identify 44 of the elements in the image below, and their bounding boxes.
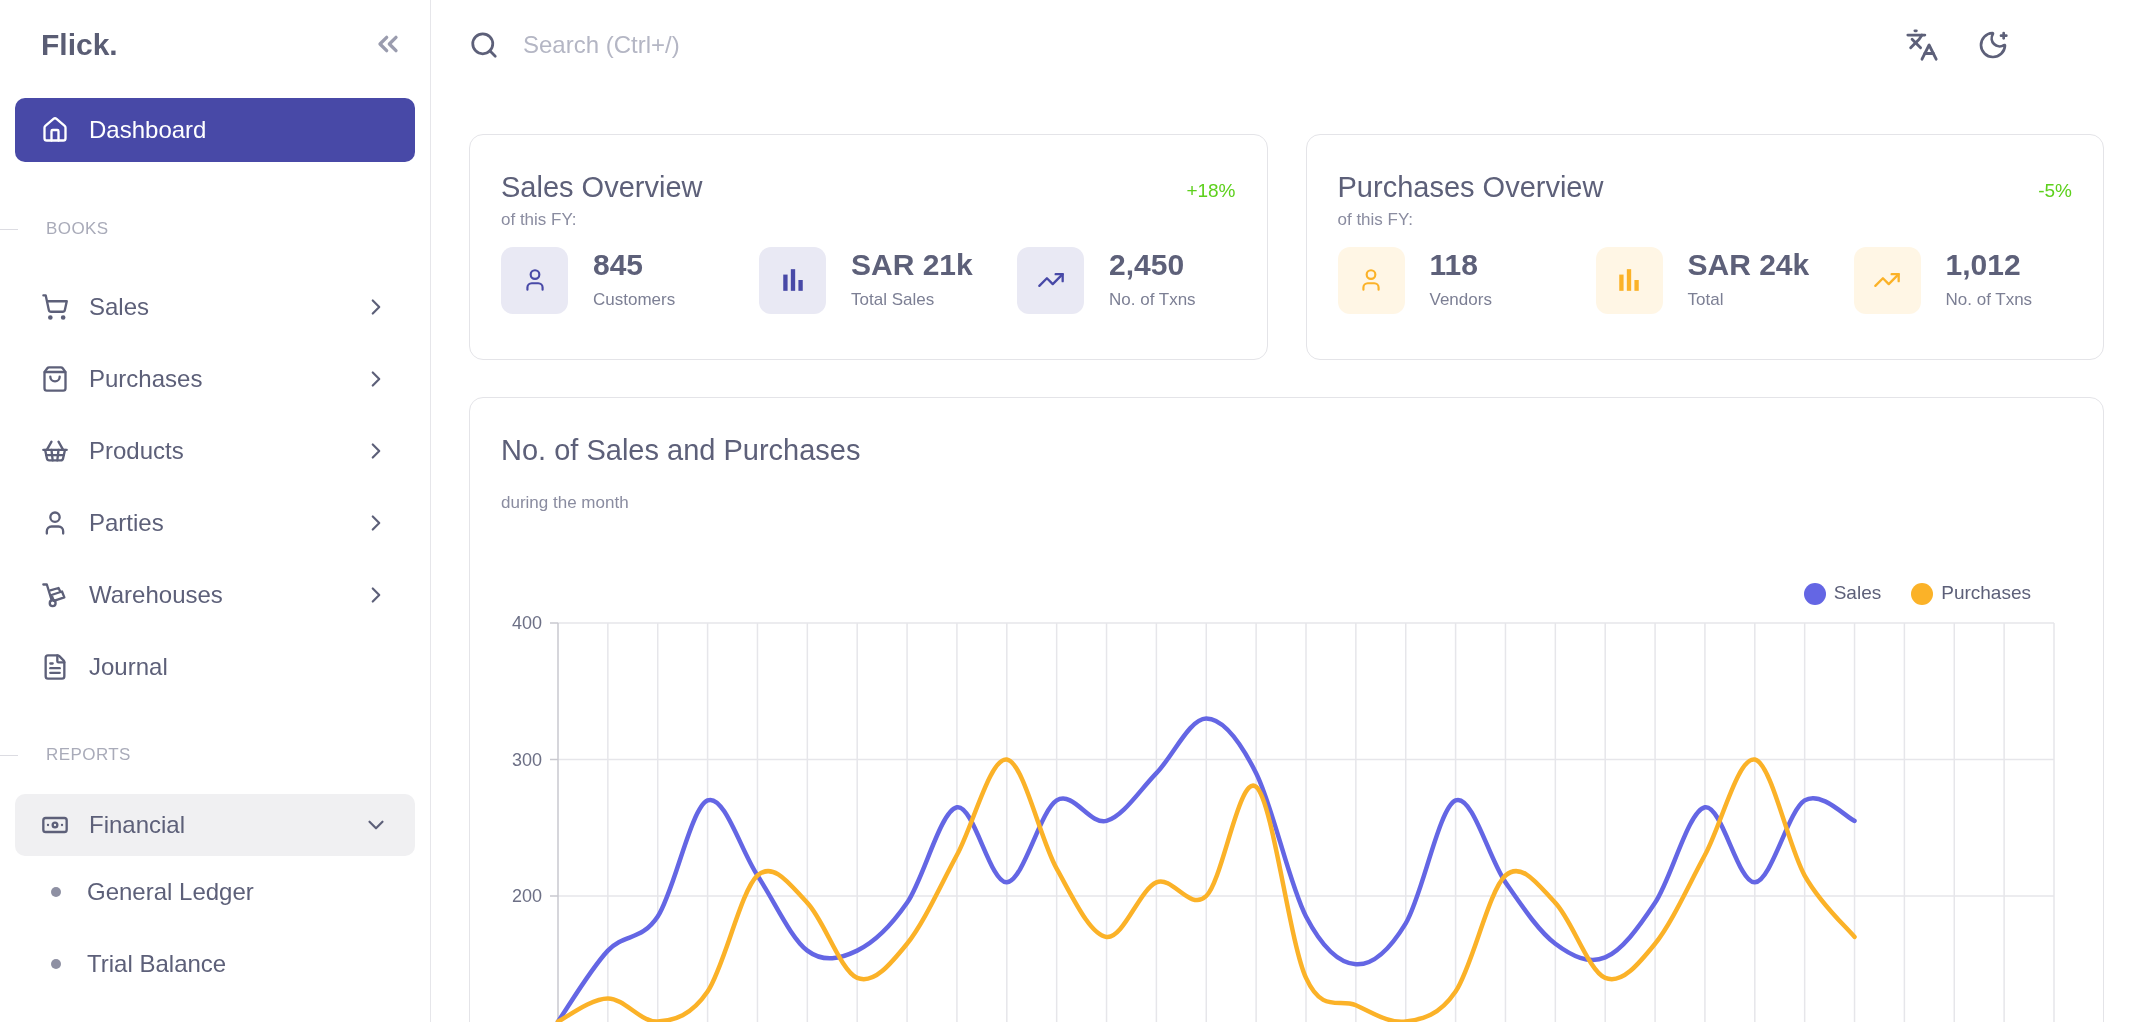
stat-label: Total Sales [851, 289, 936, 312]
logo: Flick. [41, 26, 118, 63]
section-label: BOOKS [46, 218, 109, 241]
stat-label: Total [1687, 289, 1725, 312]
card-title: Sales Overview [501, 170, 703, 205]
home-icon [41, 116, 69, 144]
stat-value: 2,450 [1109, 247, 1186, 284]
shopping-bag-icon [41, 365, 69, 393]
y-axis-label: 400 [511, 612, 542, 633]
section-label: REPORTS [46, 744, 131, 767]
sidebar-item[interactable]: Dashboard [15, 98, 415, 162]
sidebar-item[interactable]: Financial [15, 794, 415, 856]
y-axis-label: 300 [511, 749, 542, 769]
stat-value: 845 [593, 247, 645, 284]
stat-value: SAR 24k [1687, 247, 1810, 284]
legend-label: Purchases [1941, 581, 2031, 606]
sidebar-item[interactable]: Products [15, 420, 415, 482]
card-subtitle: of this FY: [501, 209, 578, 231]
sidebar-item[interactable]: Warehouses [15, 564, 415, 626]
stat-value: 1,012 [1945, 247, 2022, 284]
legend-label: Sales [1833, 581, 1882, 606]
stat-label: No. of Txns [1945, 289, 2033, 312]
bullet-icon [51, 887, 61, 897]
bullet-icon [51, 959, 61, 969]
stat-label: Vendors [1429, 289, 1492, 312]
stat-value: 118 [1429, 247, 1479, 284]
search-icon [469, 30, 499, 60]
submenu-item[interactable]: Trial Balance [15, 928, 415, 1000]
stat-label: No. of Txns [1109, 289, 1196, 312]
change-percentage: +18% [1186, 179, 1236, 203]
stat-label: Customers [593, 289, 676, 312]
change-percentage: -5% [2038, 179, 2072, 203]
cart-icon [41, 293, 69, 321]
chart-title: No. of Sales and Purchases [501, 433, 862, 468]
sidebar-item[interactable]: Sales [15, 276, 415, 338]
card-subtitle: of this FY: [1337, 209, 1415, 231]
sidebar-item[interactable]: Journal [15, 636, 415, 698]
y-axis-label: 200 [511, 885, 542, 906]
stat-value: SAR 21k [851, 247, 973, 284]
sidebar-item[interactable]: Purchases [15, 348, 415, 410]
card-title: Purchases Overview [1337, 170, 1604, 205]
sidebar-item[interactable]: Parties [15, 492, 415, 554]
chart-subtitle: during the month [501, 492, 630, 514]
submenu-item[interactable]: General Ledger [15, 856, 415, 928]
